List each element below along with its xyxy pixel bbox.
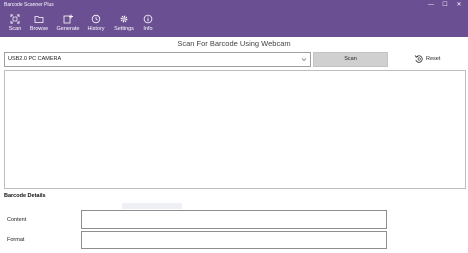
toolbar-info-button[interactable]: Info	[139, 11, 157, 37]
page-title: Scan For Barcode Using Webcam	[177, 39, 291, 48]
toolbar-info-label: Info	[143, 26, 153, 32]
toolbar-generate-button[interactable]: Generate	[54, 11, 82, 37]
minimize-button[interactable]: —	[424, 0, 438, 11]
window-title: Barcode Scanner Plus	[4, 2, 54, 8]
reset-button[interactable]: Reset	[414, 54, 444, 66]
maximize-button[interactable]: ☐	[438, 0, 452, 11]
history-icon	[91, 14, 101, 24]
toolbar-history-button[interactable]: History	[84, 11, 108, 37]
faint-overlay	[122, 203, 182, 209]
toolbar-browse-button[interactable]: Browse	[27, 11, 51, 37]
toolbar-settings-button[interactable]: Settings	[111, 11, 137, 37]
toolbar-scan-label: Scan	[8, 26, 22, 32]
webcam-preview	[4, 70, 466, 189]
close-button[interactable]: ✕	[452, 0, 466, 11]
gear-icon	[120, 15, 128, 23]
toolbar-settings-label: Settings	[114, 26, 134, 32]
toolbar-history-label: History	[87, 26, 105, 32]
folder-icon	[34, 16, 44, 23]
reset-label: Reset	[426, 56, 441, 62]
info-icon	[143, 14, 153, 24]
format-field[interactable]	[81, 231, 387, 249]
scan-button[interactable]: Scan	[313, 52, 388, 67]
barcode-details-heading: Barcode Details	[4, 193, 46, 199]
main-toolbar: Scan Browse Generate History Settings In…	[0, 11, 468, 37]
camera-select[interactable]: USB2.0 PC CAMERA	[4, 52, 311, 67]
camera-select-value: USB2.0 PC CAMERA	[8, 56, 62, 62]
content-field[interactable]	[81, 210, 387, 229]
generate-icon	[63, 14, 73, 24]
toolbar-browse-label: Browse	[29, 26, 49, 32]
toolbar-generate-label: Generate	[56, 26, 80, 32]
scan-icon	[10, 14, 20, 24]
title-bar: Barcode Scanner Plus — ☐ ✕	[0, 0, 468, 11]
chevron-down-icon	[301, 58, 307, 61]
toolbar-scan-button[interactable]: Scan	[4, 11, 26, 37]
reset-icon	[414, 55, 423, 63]
format-label: Format	[7, 237, 25, 243]
content-label: Content	[7, 217, 27, 223]
